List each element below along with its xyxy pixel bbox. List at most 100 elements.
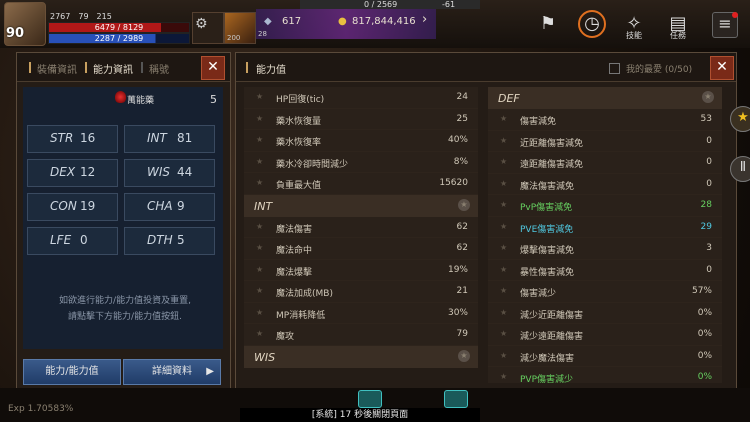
tab-title[interactable]: 稱號 [149,61,169,76]
stat-value: 0 [706,264,712,275]
stat-value: 5 [177,233,185,247]
top-exp-delta: -61 [442,0,456,9]
favorite-star-icon[interactable]: ★ [500,136,507,145]
stat-name: WIS [147,165,171,179]
ability-button[interactable]: 能力/能力值 [23,359,121,385]
favorite-star-icon[interactable]: ★ [256,222,263,231]
favorite-star-icon[interactable]: ★ [256,135,263,144]
stat-value: 21 [456,286,468,296]
stat-dth: DTH 5 [124,227,215,255]
tab-ability[interactable]: 能力資訊 [93,61,133,76]
stat-cha: CHA 9 [124,193,215,221]
stat-value: 0 [706,157,712,167]
tab-divider [141,62,143,73]
stat-name: INT [147,131,167,145]
favorite-star-icon[interactable]: ★ [500,243,507,252]
stat-label: 減少遠距離傷害 [520,332,584,342]
stat-value: 16 [80,131,96,145]
detail-title: 能力值 [256,65,286,76]
stat-row: ★ PVP傷害減少 0% [488,367,722,383]
stat-row: ★ 魔法命中 62 [244,238,478,260]
stat-value: 62 [456,243,468,253]
section-star-icon[interactable]: ★ [458,198,470,211]
timer-icon[interactable]: ◷ [578,10,606,38]
gem-count: 617 [282,16,302,27]
favorite-star-icon[interactable]: ★ [256,329,263,338]
stat-label: 藥水恢復率 [276,138,322,148]
reset-hint-line-2: 請點擊下方能力/能力值按鈕. [68,312,182,322]
favorite-star-icon[interactable]: ★ [256,308,263,317]
section-label: INT [254,199,273,213]
favorite-star-icon[interactable]: ★ [500,308,507,317]
stat-con: CON 19 [27,193,118,221]
skill-slot[interactable] [444,390,468,408]
favorite-star-icon[interactable]: ★ [500,329,507,338]
favorite-star-icon[interactable]: ★ [256,178,263,187]
elixir-label: 萬能藥 [127,96,155,106]
stat-value: 0% [697,329,712,339]
tab-equipment[interactable]: 裝備資訊 [37,61,77,76]
pause-icon[interactable]: Ⅱ [730,156,750,182]
favorite-star-icon[interactable]: ★ [500,114,507,123]
star-side-icon[interactable]: ★ [730,106,750,132]
favorite-star-icon[interactable]: ★ [500,372,507,381]
favorite-star-icon[interactable]: ★ [256,157,263,166]
stat-label: PvP傷害減免 [520,203,573,213]
section-header: INT ★ [244,194,478,217]
stat-dex: DEX 12 [27,159,118,187]
stat-value: 9 [177,199,185,213]
stat-label: 藥水冷卻時間減少 [276,159,349,170]
section-label: DEF [498,92,520,105]
close-button[interactable]: ✕ [710,56,734,80]
favorite-star-icon[interactable]: ★ [500,286,507,295]
top-hud: 90 2767 79 215 6479 / 8129 2287 / 2989 0… [0,0,750,48]
stat-label: 暴性傷害減免 [520,267,575,278]
stat-list-right[interactable]: DEF ★ ★ 傷害減免 53 ★ 近距離傷害減免 0 ★ 遠距離傷害減免 0 ★ 魔法傷害減免 0 ★ Pv… [488,87,722,383]
stat-list-left[interactable]: ★ HP回復(tic) 24 ★ 藥水恢復量 25 ★ 藥水恢復率 40% ★ 藥水冷卻時間減少 8%… [244,87,478,383]
favorite-star-icon[interactable]: ★ [256,243,263,252]
skill-slot[interactable] [358,390,382,408]
mp-bar: 2287 / 2989 [48,33,190,44]
stat-value: 81 [177,131,193,145]
stat-label: 魔法加成(MB) [276,289,333,299]
title-divider [246,62,248,73]
detail-button[interactable]: 詳細資料 ▶ [123,359,221,385]
character-level: 90 [6,26,25,41]
close-button[interactable]: ✕ [201,56,225,80]
stat-value: 25 [456,113,468,124]
stat-label: 魔法命中 [276,246,313,256]
settings-gear-button[interactable]: ⚙ [192,12,224,44]
stat-str: STR 16 [27,125,118,153]
favorite-label: 我的最愛 (0/50) [626,65,693,75]
favorite-star-icon[interactable]: ★ [256,92,263,101]
stat-row: ★ 魔法加成(MB) 21 [244,281,478,303]
stat-row: ★ 藥水恢復量 25 [244,108,478,130]
stat-value: 44 [177,165,193,179]
favorite-star-icon[interactable]: ★ [500,157,507,166]
section-star-icon[interactable]: ★ [458,349,470,362]
section-star-icon[interactable]: ★ [702,91,714,103]
favorite-star-icon[interactable]: ★ [500,200,507,209]
chevron-right-icon[interactable]: › [422,12,427,27]
section-header: WIS ★ [244,345,478,368]
favorite-star-icon[interactable]: ★ [500,222,507,231]
stat-label: 負重最大值 [276,181,322,191]
stat-value: 24 [456,92,468,102]
favorite-star-icon[interactable]: ★ [500,351,507,360]
detail-header: 能力值 我的最愛 (0/50) ✕ [236,53,736,82]
stat-label: 爆擊傷害減免 [520,246,575,256]
stat-label: 藥水恢復量 [276,116,322,127]
stat-value: 0% [697,372,712,382]
favorite-star-icon[interactable]: ★ [256,265,263,274]
section-header: DEF ★ [488,87,722,109]
stat-label: 傷害減少 [520,289,557,299]
stat-label: 減少魔法傷害 [520,353,575,364]
favorite-star-icon[interactable]: ★ [256,286,263,295]
stat-label: 魔法傷害 [276,224,313,235]
event-icon[interactable]: ⚑ [534,10,562,38]
favorite-checkbox[interactable] [609,63,620,74]
favorite-star-icon[interactable]: ★ [256,114,263,123]
potion-slot[interactable]: 200 [224,12,256,44]
favorite-star-icon[interactable]: ★ [500,265,507,274]
favorite-star-icon[interactable]: ★ [500,179,507,188]
